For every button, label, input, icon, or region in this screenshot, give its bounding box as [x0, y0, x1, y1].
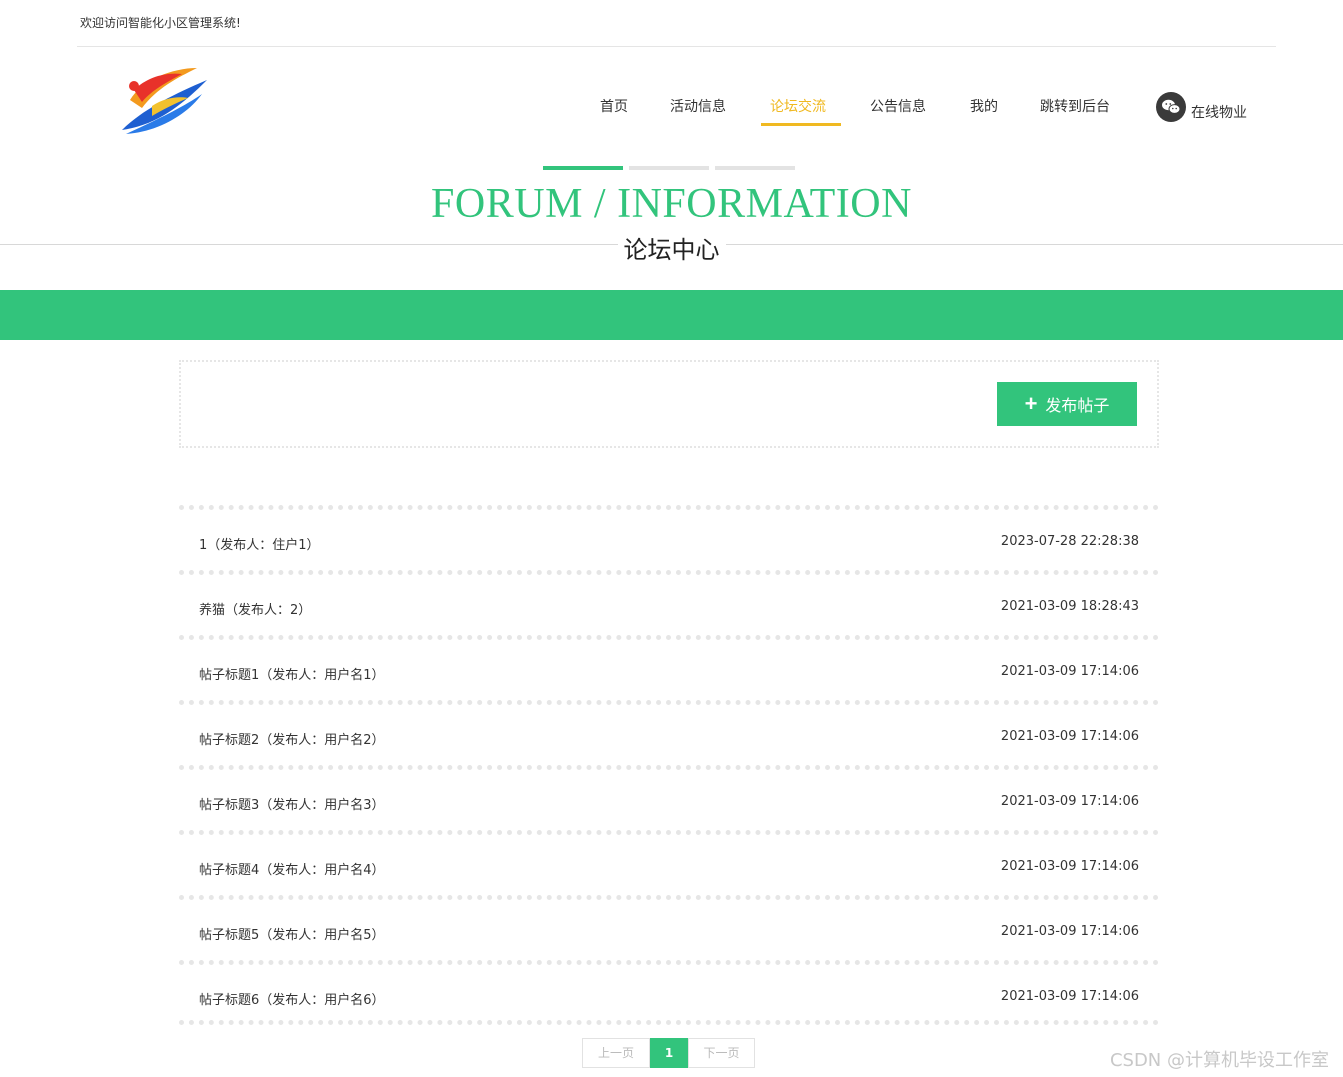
nav-active-underline: [761, 123, 841, 126]
nav-item-mine[interactable]: 我的: [970, 96, 998, 116]
header-divider: [77, 46, 1276, 47]
list-item[interactable]: 帖子标题5（发布人：用户名5） 2021-03-09 17:14:06: [179, 895, 1159, 960]
online-service-link[interactable]: 在线物业: [1191, 102, 1247, 122]
post-title[interactable]: 帖子标题2（发布人：用户名2）: [199, 729, 385, 748]
welcome-text: 欢迎访问智能化小区管理系统!: [80, 16, 241, 30]
list-item[interactable]: 帖子标题4（发布人：用户名4） 2021-03-09 17:14:06: [179, 830, 1159, 895]
post-time: 2023-07-28 22:28:38: [1000, 534, 1139, 549]
post-time: 2021-03-09 17:14:06: [1000, 729, 1139, 744]
title-accent-bar-grey: [629, 166, 709, 170]
watermark: CSDN @计算机毕设工作室: [1109, 1050, 1329, 1071]
green-banner: [0, 290, 1343, 340]
post-title[interactable]: 1（发布人：住户1）: [199, 534, 320, 553]
list-item[interactable]: 帖子标题1（发布人：用户名1） 2021-03-09 17:14:06: [179, 635, 1159, 700]
post-title[interactable]: 帖子标题1（发布人：用户名1）: [199, 664, 385, 683]
post-title[interactable]: 帖子标题5（发布人：用户名5）: [199, 924, 385, 943]
current-page[interactable]: 1: [650, 1038, 688, 1068]
list-item[interactable]: 养猫（发布人：2） 2021-03-09 18:28:43: [179, 570, 1159, 635]
nav-item-forum[interactable]: 论坛交流: [770, 96, 826, 116]
forum-toolbar: + 发布帖子: [179, 360, 1159, 448]
list-item[interactable]: 1（发布人：住户1） 2023-07-28 22:28:38: [179, 505, 1159, 570]
wechat-icon[interactable]: [1156, 92, 1186, 122]
list-item[interactable]: 帖子标题3（发布人：用户名3） 2021-03-09 17:14:06: [179, 765, 1159, 830]
list-item[interactable]: 帖子标题6（发布人：用户名6） 2021-03-09 17:14:06: [179, 960, 1159, 1025]
post-title[interactable]: 帖子标题4（发布人：用户名4）: [199, 859, 385, 878]
post-title[interactable]: 养猫（发布人：2）: [199, 599, 311, 618]
title-accent-bar: [543, 166, 623, 170]
next-page-button[interactable]: 下一页: [688, 1038, 755, 1068]
post-time: 2021-03-09 17:14:06: [1000, 989, 1139, 1004]
title-accent-bar-grey: [715, 166, 795, 170]
post-list: 1（发布人：住户1） 2023-07-28 22:28:38 养猫（发布人：2）…: [179, 505, 1159, 1025]
section-title-cn: 论坛中心: [617, 230, 726, 265]
post-title[interactable]: 帖子标题3（发布人：用户名3）: [199, 794, 385, 813]
post-time: 2021-03-09 17:14:06: [1000, 794, 1139, 809]
publish-post-button[interactable]: + 发布帖子: [997, 382, 1137, 426]
post-time: 2021-03-09 17:14:06: [1000, 859, 1139, 874]
nav-item-announcements[interactable]: 公告信息: [870, 96, 926, 116]
post-time: 2021-03-09 18:28:43: [1000, 599, 1139, 614]
nav-item-activities[interactable]: 活动信息: [670, 96, 726, 116]
post-time: 2021-03-09 17:14:06: [1000, 924, 1139, 939]
list-item[interactable]: 帖子标题2（发布人：用户名2） 2021-03-09 17:14:06: [179, 700, 1159, 765]
nav-item-admin[interactable]: 跳转到后台: [1040, 96, 1110, 116]
prev-page-button[interactable]: 上一页: [582, 1038, 650, 1068]
main-nav: 首页 活动信息 论坛交流 公告信息 我的 跳转到后台: [0, 96, 1343, 136]
publish-post-label: 发布帖子: [1045, 398, 1110, 415]
post-time: 2021-03-09 17:14:06: [1000, 664, 1139, 679]
pagination: 上一页 1 下一页: [582, 1038, 755, 1068]
plus-icon: +: [1024, 391, 1038, 416]
post-title[interactable]: 帖子标题6（发布人：用户名6）: [199, 989, 385, 1008]
section-title-en: FORUM / INFORMATION: [431, 181, 912, 227]
nav-item-home[interactable]: 首页: [600, 96, 628, 116]
